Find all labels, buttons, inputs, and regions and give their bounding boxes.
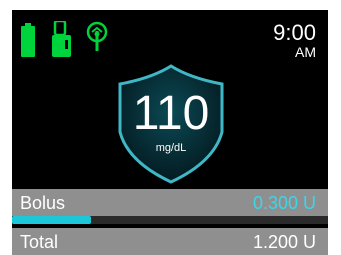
- cartridge-icon: [52, 21, 71, 57]
- bolus-progress-bar: [12, 216, 328, 224]
- bolus-progress-fill: [12, 216, 91, 224]
- total-row[interactable]: Total 1.200 U: [12, 228, 328, 255]
- clock: 9:00 AM: [273, 20, 316, 60]
- glucose-value: 110: [132, 87, 210, 140]
- clock-time: 9:00: [273, 20, 316, 45]
- total-value: 1.200 U: [252, 232, 316, 252]
- battery-full-icon: [21, 23, 35, 57]
- cgm-signal-icon: [86, 21, 108, 51]
- bolus-value: 0.300 U: [252, 193, 316, 213]
- bolus-row[interactable]: Bolus 0.300 U: [12, 189, 328, 216]
- clock-ampm: AM: [295, 44, 316, 60]
- status-bar: 9:00 AM: [12, 10, 328, 70]
- total-label: Total: [20, 232, 59, 252]
- pump-screen: 9:00 AM 110 mg/dL Bolus 0.300 U Total 1.…: [12, 10, 328, 255]
- glucose-unit: mg/dL: [155, 142, 187, 154]
- bolus-label: Bolus: [20, 193, 66, 213]
